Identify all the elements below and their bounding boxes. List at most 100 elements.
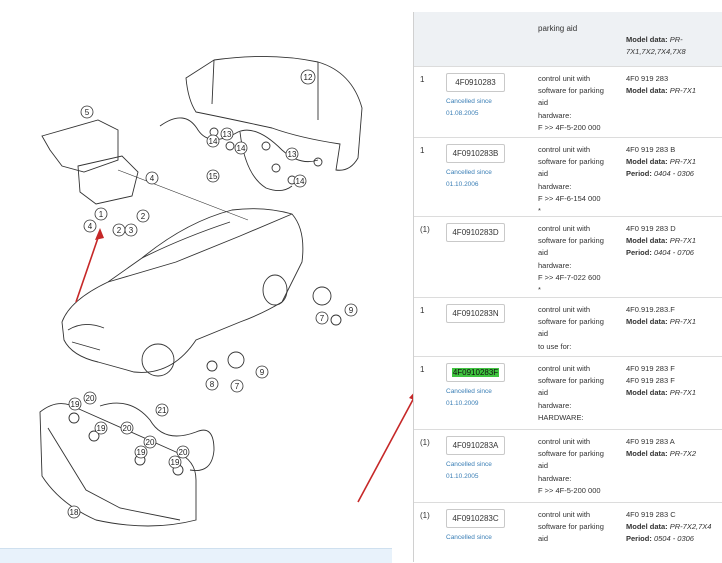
svg-text:3: 3 <box>129 226 134 235</box>
callout-14: 14 <box>206 134 220 148</box>
callout-18: 18 <box>67 505 81 519</box>
description: control unit with software for parking aid… <box>538 305 604 351</box>
callout-19: 19 <box>68 397 82 411</box>
callout-14b: 14 <box>234 141 248 155</box>
svg-text:2: 2 <box>117 226 122 235</box>
part-info: 4F0.919.283.F Model data: PR-7X1 <box>626 305 697 327</box>
svg-text:12: 12 <box>304 73 313 82</box>
quantity: (1) <box>420 225 430 234</box>
svg-text:13: 13 <box>288 150 297 159</box>
callout-7b: 7 <box>230 379 244 393</box>
table-row: 1 4F0910283B Cancelled since 01.10.2006 cont… <box>414 138 722 217</box>
svg-text:20: 20 <box>179 448 188 457</box>
callout-20d: 20 <box>176 445 190 459</box>
part-info: 4F0 919 283 D Model data: PR-7X1 Period: 0… <box>626 224 697 258</box>
svg-text:19: 19 <box>71 400 80 409</box>
svg-text:19: 19 <box>171 458 180 467</box>
svg-text:21: 21 <box>158 406 167 415</box>
table-row: 1 4F0910283 Cancelled since 01.08.2005 contr… <box>414 67 722 138</box>
callout-9b: 9 <box>255 365 269 379</box>
svg-text:9: 9 <box>260 368 265 377</box>
callout-5: 5 <box>80 105 94 119</box>
svg-text:1: 1 <box>99 210 104 219</box>
svg-text:5: 5 <box>85 108 90 117</box>
cancelled-note: Cancelled since 01.08.2005 <box>446 98 492 117</box>
table-row: 1 4F0910283N control unit with software for… <box>414 298 722 357</box>
description: control unit with software for parking aid… <box>538 145 604 216</box>
quantity: 1 <box>420 146 425 155</box>
info-bar <box>0 548 392 563</box>
callout-8: 8 <box>205 377 219 391</box>
svg-text:8: 8 <box>210 380 215 389</box>
part-info: 4F0 919 283 Model data: PR-7X1 <box>626 74 697 96</box>
cancelled-note: Cancelled since 01.10.2005 <box>446 461 492 480</box>
part-info: 4F0 919 283 B Model data: PR-7X1 Period: 0… <box>626 145 697 179</box>
svg-text:4: 4 <box>88 222 93 231</box>
svg-text:7: 7 <box>235 382 240 391</box>
part-info: 4F0 919 283 C Model data: PR-7X2,7X4 Perio… <box>626 510 712 544</box>
header-model: Model data: PR-7X1,7X2,7X4,7X8 <box>626 35 686 56</box>
table-row: (1) 4F0910283D control unit with software f… <box>414 217 722 298</box>
callout-19b: 19 <box>94 421 108 435</box>
table-row: 1 4F0910283F Cancelled since 01.10.2009 cont… <box>414 357 722 430</box>
part-info: 4F0 919 283 F 4F0 919 283 F Model data: PR… <box>626 364 697 398</box>
callout-15: 15 <box>206 169 220 183</box>
description: control unit with software for parking aid… <box>538 437 604 495</box>
part-number-field[interactable]: 4F0910283D <box>446 223 505 242</box>
part-number-field[interactable]: 4F0910283N <box>446 304 505 323</box>
part-info: 4F0 919 283 A Model data: PR-7X2 <box>626 437 697 459</box>
parts-table: parking aid Model data: PR-7X1,7X2,7X4,7… <box>413 12 722 562</box>
callout-4: 4 <box>145 171 159 185</box>
svg-text:20: 20 <box>146 438 155 447</box>
callout-13b: 13 <box>285 147 299 161</box>
part-number-field[interactable]: 4F0910283B <box>446 144 505 163</box>
callout-3: 3 <box>124 223 138 237</box>
callout-19d: 19 <box>168 455 182 469</box>
description: control unit with software for parking aid… <box>538 74 604 132</box>
table-body: 1 4F0910283 Cancelled since 01.08.2005 contr… <box>414 67 722 562</box>
quantity: 1 <box>420 306 425 315</box>
svg-text:4: 4 <box>150 174 155 183</box>
quantity: 1 <box>420 75 425 84</box>
header-description: parking aid <box>538 24 578 33</box>
callout-13: 13 <box>220 127 234 141</box>
cancelled-note: Cancelled since <box>446 534 492 541</box>
table-row: (1) 4F0910283A Cancelled since 01.10.2005 co… <box>414 430 722 503</box>
callout-14c: 14 <box>293 174 307 188</box>
description: control unit with software for parking aid… <box>538 224 604 295</box>
svg-text:20: 20 <box>86 394 95 403</box>
svg-text:19: 19 <box>97 424 106 433</box>
svg-text:14: 14 <box>209 137 218 146</box>
callout-20: 20 <box>83 391 97 405</box>
callout-21: 21 <box>155 403 169 417</box>
description: control unit with software for parking aid <box>538 510 604 544</box>
callout-2: 2 <box>112 223 126 237</box>
callout-20c: 20 <box>143 435 157 449</box>
svg-text:7: 7 <box>320 314 325 323</box>
callout-20b: 20 <box>120 421 134 435</box>
callout-12: 12 <box>300 69 316 85</box>
callout-2b: 2 <box>136 209 150 223</box>
svg-text:20: 20 <box>123 424 132 433</box>
annotation-arrow-left <box>75 228 104 303</box>
callout-7: 7 <box>315 311 329 325</box>
svg-text:18: 18 <box>70 508 79 517</box>
svg-text:13: 13 <box>223 130 232 139</box>
part-number-field[interactable]: 4F0910283F <box>446 363 505 382</box>
quantity: 1 <box>420 365 425 374</box>
callout-1: 1 <box>94 207 108 221</box>
svg-text:14: 14 <box>237 144 246 153</box>
svg-text:14: 14 <box>296 177 305 186</box>
quantity: (1) <box>420 511 430 520</box>
callout-4b: 4 <box>83 219 97 233</box>
cancelled-note: Cancelled since 01.10.2006 <box>446 169 492 188</box>
svg-text:19: 19 <box>137 448 146 457</box>
svg-text:15: 15 <box>209 172 218 181</box>
callout-19c: 19 <box>134 445 148 459</box>
description: control unit with software for parking aid… <box>538 364 604 422</box>
table-row: (1) 4F0910283C Cancelled since control unit… <box>414 503 722 562</box>
part-number-field[interactable]: 4F0910283A <box>446 436 505 455</box>
quantity: (1) <box>420 438 430 447</box>
part-number-field[interactable]: 4F0910283 <box>446 73 505 92</box>
part-number-field[interactable]: 4F0910283C <box>446 509 505 528</box>
